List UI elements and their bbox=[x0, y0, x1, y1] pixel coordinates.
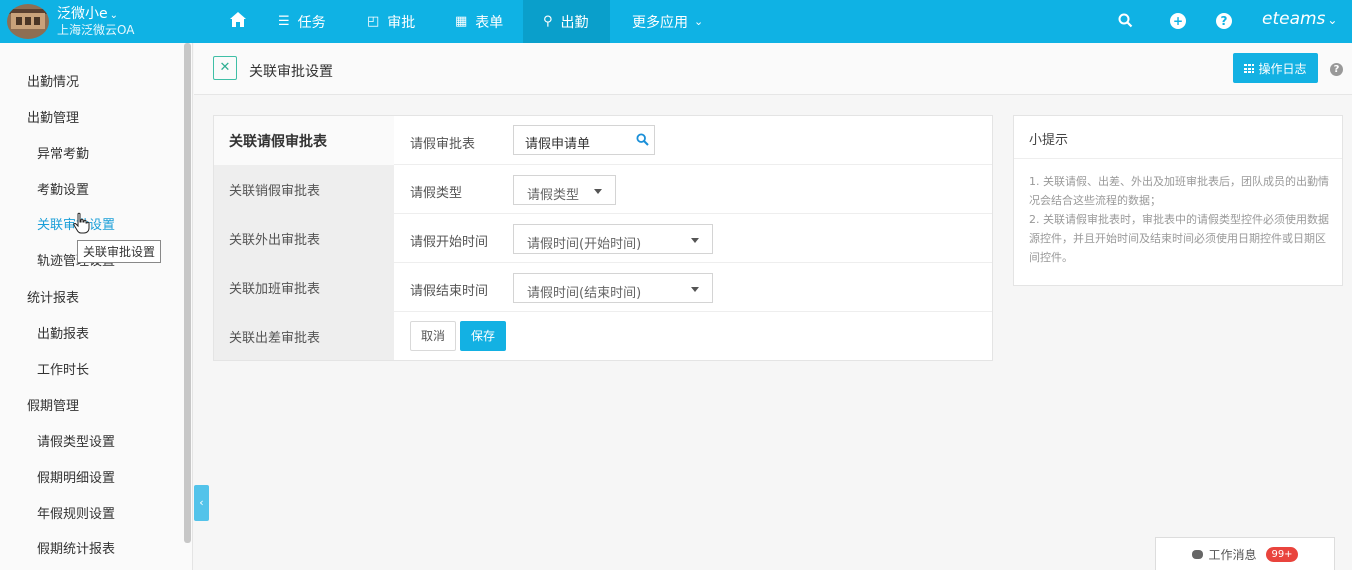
unread-count-badge: 99+ bbox=[1266, 546, 1298, 562]
sidebar-item-attendance-status[interactable]: 出勤情况 bbox=[27, 71, 79, 90]
nav-tasks[interactable]: ☰ 任务 bbox=[278, 0, 326, 43]
table-icon: ▦ bbox=[455, 14, 468, 29]
search-icon[interactable] bbox=[1118, 13, 1133, 28]
sidebar-group-leave-management[interactable]: 假期管理 bbox=[27, 395, 79, 414]
tab-linked-outing[interactable]: 关联外出审批表 bbox=[214, 214, 394, 263]
sidebar-item-attendance-settings[interactable]: 考勤设置 bbox=[37, 179, 89, 198]
sidebar-group-attendance-management[interactable]: 出勤管理 bbox=[27, 107, 79, 126]
user-avatar[interactable] bbox=[7, 4, 49, 39]
chevron-down-icon: ⌄ bbox=[694, 15, 704, 28]
tips-body: 1. 关联请假、出差、外出及加班审批表后，团队成员的出勤情况会结合这些流程的数据… bbox=[1029, 172, 1334, 267]
caret-down-icon bbox=[691, 238, 699, 243]
brand-logo: eteams bbox=[1262, 9, 1326, 29]
select-value: 请假类型 bbox=[527, 188, 580, 203]
top-navigation-bar: 泛微小e ⌄ 上海泛微云OA ☰ 任务 ◰ 审批 ▦ 表单 ⚲ 出勤 更多应用 ⌄ + ? … bbox=[0, 0, 1352, 43]
question-icon[interactable]: ? bbox=[1330, 63, 1343, 76]
nav-forms[interactable]: ▦ 表单 bbox=[455, 0, 503, 43]
tab-linked-leave-cancel[interactable]: 关联销假审批表 bbox=[214, 165, 394, 214]
field-label: 请假审批表 bbox=[410, 137, 476, 152]
form-row-leave-type: 请假类型 请假类型 bbox=[394, 165, 992, 214]
left-sidebar: 出勤情况 出勤管理 异常考勤 考勤设置 关联审批设置 轨迹管理设置 统计报表 出… bbox=[0, 43, 193, 570]
tooltip: 关联审批设置 bbox=[77, 240, 162, 263]
nav-label: 任务 bbox=[297, 14, 326, 31]
caret-down-icon bbox=[691, 287, 699, 292]
brand-menu[interactable]: eteams ⌄ bbox=[1262, 9, 1337, 29]
chevron-left-icon: ‹ bbox=[199, 496, 204, 509]
select-value: 请假时间(结束时间) bbox=[527, 286, 642, 301]
collapse-sidebar-button[interactable]: ‹ bbox=[194, 485, 209, 521]
field-label: 请假开始时间 bbox=[410, 235, 489, 250]
tools-icon: ✕ bbox=[213, 56, 237, 80]
field-label: 请假结束时间 bbox=[410, 284, 489, 299]
field-label: 请假类型 bbox=[410, 186, 463, 201]
nav-label: 表单 bbox=[475, 14, 504, 31]
tab-linked-overtime[interactable]: 关联加班审批表 bbox=[214, 263, 394, 312]
operation-log-button[interactable]: 操作日志 bbox=[1233, 53, 1318, 83]
tab-linked-business-trip[interactable]: 关联出差审批表 bbox=[214, 312, 394, 361]
approval-icon: ◰ bbox=[367, 14, 380, 29]
leave-type-select[interactable]: 请假类型 bbox=[513, 175, 616, 205]
nav-more-apps[interactable]: 更多应用 ⌄ bbox=[632, 0, 703, 43]
sidebar-item-leave-detail-settings[interactable]: 假期明细设置 bbox=[37, 467, 115, 486]
nav-attendance[interactable]: ⚲ 出勤 bbox=[523, 0, 610, 43]
sidebar-item-leave-type-settings[interactable]: 请假类型设置 bbox=[37, 431, 115, 450]
nav-approval[interactable]: ◰ 审批 bbox=[367, 0, 415, 43]
tab-linked-leave[interactable]: 关联请假审批表 bbox=[214, 116, 394, 165]
chevron-down-icon: ⌄ bbox=[109, 10, 119, 21]
page-title: 关联审批设置 bbox=[249, 64, 333, 80]
leave-start-select[interactable]: 请假时间(开始时间) bbox=[513, 224, 713, 254]
chat-bubble-icon bbox=[1192, 549, 1204, 559]
tip-line: 2. 关联请假审批表时，审批表中的请假类型控件必须使用数据源控件，并且开始时间及… bbox=[1029, 213, 1329, 264]
nav-label: 更多应用 bbox=[632, 14, 688, 31]
form-row-approval-form: 请假审批表 请假申请单 bbox=[394, 116, 992, 165]
cancel-button[interactable]: 取消 bbox=[410, 321, 456, 351]
grid-icon bbox=[1244, 63, 1255, 73]
form-actions: 取消 保存 bbox=[394, 312, 992, 361]
form-row-leave-start: 请假开始时间 请假时间(开始时间) bbox=[394, 214, 992, 263]
help-icon[interactable]: ? bbox=[1216, 13, 1232, 29]
nav-label: 出勤 bbox=[560, 14, 589, 31]
nav-label: 审批 bbox=[387, 14, 416, 31]
operation-log-label: 操作日志 bbox=[1258, 61, 1307, 76]
tip-line: 1. 关联请假、出差、外出及加班审批表后，团队成员的出勤情况会结合这些流程的数据… bbox=[1029, 175, 1329, 207]
sidebar-item-leave-statistics[interactable]: 假期统计报表 bbox=[37, 538, 115, 557]
sidebar-item-attendance-report[interactable]: 出勤报表 bbox=[37, 323, 89, 342]
org-name: 上海泛微云OA bbox=[57, 23, 135, 37]
sidebar-group-statistics[interactable]: 统计报表 bbox=[27, 287, 79, 306]
list-icon: ☰ bbox=[278, 14, 290, 29]
home-icon[interactable] bbox=[229, 11, 247, 29]
tips-title: 小提示 bbox=[1029, 133, 1069, 148]
user-name-menu[interactable]: 泛微小e ⌄ bbox=[57, 3, 118, 23]
location-pin-icon: ⚲ bbox=[543, 14, 553, 29]
chevron-down-icon: ⌄ bbox=[1327, 13, 1338, 27]
page-header: ✕ 关联审批设置 操作日志 ? bbox=[194, 43, 1352, 95]
approval-form-search-input[interactable]: 请假申请单 bbox=[513, 125, 655, 155]
divider bbox=[1014, 158, 1342, 159]
sidebar-item-annual-leave-rules[interactable]: 年假规则设置 bbox=[37, 503, 115, 522]
user-name: 泛微小e bbox=[57, 6, 108, 22]
save-button[interactable]: 保存 bbox=[460, 321, 506, 351]
search-icon[interactable] bbox=[636, 133, 649, 146]
leave-end-select[interactable]: 请假时间(结束时间) bbox=[513, 273, 713, 303]
hand-cursor-icon bbox=[73, 212, 90, 234]
sidebar-item-abnormal-attendance[interactable]: 异常考勤 bbox=[37, 143, 89, 162]
caret-down-icon bbox=[594, 189, 602, 194]
form-row-leave-end: 请假结束时间 请假时间(结束时间) bbox=[394, 263, 992, 312]
select-value: 请假时间(开始时间) bbox=[527, 237, 642, 252]
sidebar-item-work-hours[interactable]: 工作时长 bbox=[37, 359, 89, 378]
sidebar-scrollbar[interactable] bbox=[184, 43, 191, 543]
approval-type-tabs: 关联请假审批表 关联销假审批表 关联外出审批表 关联加班审批表 关联出差审批表 bbox=[214, 116, 394, 360]
plus-icon[interactable]: + bbox=[1170, 13, 1186, 29]
tips-panel: 小提示 1. 关联请假、出差、外出及加班审批表后，团队成员的出勤情况会结合这些流… bbox=[1013, 115, 1343, 286]
search-input-value: 请假申请单 bbox=[525, 137, 591, 152]
linked-approval-panel: 关联请假审批表 关联销假审批表 关联外出审批表 关联加班审批表 关联出差审批表 … bbox=[213, 115, 993, 361]
work-messages-label: 工作消息 bbox=[1208, 547, 1257, 562]
work-messages-button[interactable]: 工作消息 99+ bbox=[1155, 537, 1335, 570]
